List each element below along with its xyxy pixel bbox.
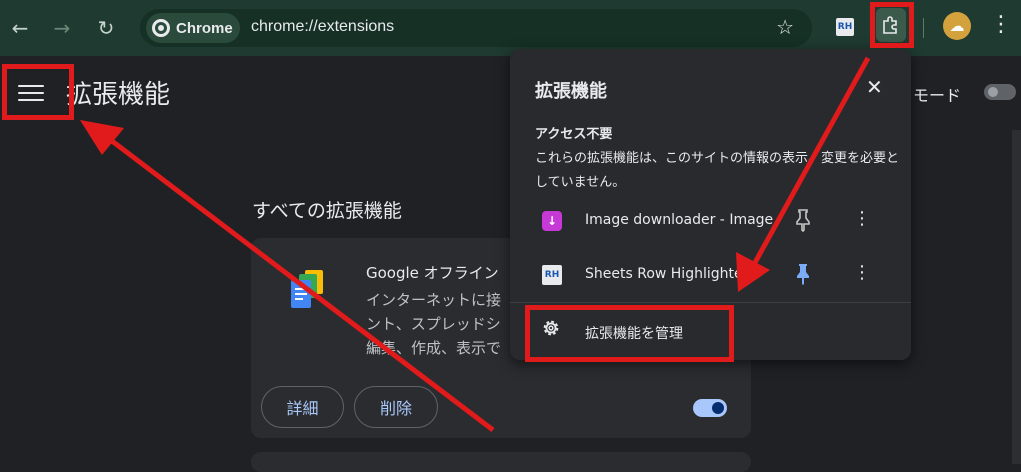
annotation-arrow-head [80, 120, 124, 155]
annotation-arrows [80, 56, 871, 432]
annotation-arrow-line [106, 136, 495, 432]
annotation-arrow-head [736, 252, 770, 292]
annotation-arrow-line [749, 56, 871, 270]
